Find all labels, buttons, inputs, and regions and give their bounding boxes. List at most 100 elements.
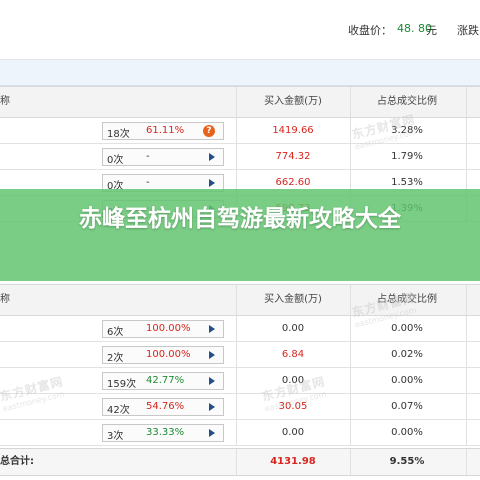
table-row: 18次 61.11%? 1419.66 3.28%: [0, 118, 480, 144]
divider: [466, 342, 467, 367]
divider: [466, 144, 467, 169]
turnover-ratio: 0.00%: [391, 323, 423, 334]
section-strip: [0, 60, 480, 86]
expand-arrow-icon[interactable]: [209, 429, 215, 437]
title-banner: 赤峰至杭州自驾游最新攻略大全: [0, 189, 480, 281]
turnover-ratio: 0.07%: [391, 401, 423, 412]
seat-win-rate: 61.11%: [146, 125, 185, 136]
seat-win-rate: 100.00%: [146, 349, 191, 360]
total-row: 总合计: 4131.98 9.55%: [0, 448, 480, 476]
divider: [466, 285, 467, 315]
table-header-2: 称 买入金额(万) 占总成交比例: [0, 284, 480, 316]
divider: [236, 420, 237, 445]
divider: [350, 87, 351, 117]
seat-stats-box[interactable]: 159次 42.77%: [102, 372, 224, 390]
divider: [350, 316, 351, 341]
divider: [350, 118, 351, 143]
seat-count: 6次: [107, 327, 124, 338]
buy-amount: 0.00: [281, 375, 305, 386]
quote-bar: 收盘价： 48. 80 元 涨跌: [0, 0, 480, 60]
table-row: 6次 100.00% 0.00 0.00%: [0, 316, 480, 342]
seat-win-rate: -: [146, 177, 150, 188]
seat-win-rate: 42.77%: [146, 375, 185, 386]
expand-arrow-icon[interactable]: [209, 153, 215, 161]
seat-win-rate: 33.33%: [146, 427, 185, 438]
buy-amount: 0.00: [281, 323, 305, 334]
seat-stats-box[interactable]: 2次 100.00%: [102, 346, 224, 364]
buy-amount: 774.32: [275, 151, 311, 162]
expand-arrow-icon[interactable]: [209, 351, 215, 359]
seat-count: 159次: [107, 379, 137, 390]
seat-count: 3次: [107, 431, 124, 442]
seat-win-rate: -: [146, 151, 150, 162]
seat-win-rate: 100.00%: [146, 323, 191, 334]
table-row: 159次 42.77% 0.00 0.00%: [0, 368, 480, 394]
turnover-ratio: 3.28%: [391, 125, 423, 136]
expand-arrow-icon[interactable]: [209, 179, 215, 187]
divider: [466, 449, 467, 475]
turnover-ratio: 1.79%: [391, 151, 423, 162]
divider: [236, 285, 237, 315]
seat-stats-box[interactable]: 42次 54.76%: [102, 398, 224, 416]
total-buy-amount: 4131.98: [270, 456, 316, 467]
col-name-header: 称: [0, 294, 10, 305]
buy-amount: 6.84: [281, 349, 305, 360]
divider: [466, 394, 467, 419]
seat-count: 18次: [107, 129, 130, 140]
expand-arrow-icon[interactable]: [209, 325, 215, 333]
divider: [236, 342, 237, 367]
divider: [350, 368, 351, 393]
divider: [466, 87, 467, 117]
turnover-ratio: 0.00%: [391, 427, 423, 438]
seat-count: 42次: [107, 405, 130, 416]
divider: [350, 394, 351, 419]
expand-arrow-icon[interactable]: [209, 377, 215, 385]
turnover-ratio: 0.02%: [391, 349, 423, 360]
divider: [350, 342, 351, 367]
total-ratio: 9.55%: [389, 456, 425, 467]
table-row: 0次 - 774.32 1.79%: [0, 144, 480, 170]
col-ratio-header: 占总成交比例: [377, 96, 437, 107]
divider: [236, 87, 237, 117]
seat-stats-box[interactable]: 6次 100.00%: [102, 320, 224, 338]
col-name-header: 称: [0, 96, 10, 107]
seat-count: 0次: [107, 155, 124, 166]
divider: [236, 368, 237, 393]
divider: [350, 449, 351, 475]
buy-amount: 0.00: [281, 427, 305, 438]
divider: [466, 420, 467, 445]
col-buy-header: 买入金额(万): [264, 96, 322, 107]
change-label: 涨跌: [457, 24, 479, 37]
seat-stats-box[interactable]: 0次 -: [102, 148, 224, 166]
seat-stats-box[interactable]: 3次 33.33%: [102, 424, 224, 442]
divider: [236, 394, 237, 419]
divider: [236, 449, 237, 475]
expand-arrow-icon[interactable]: [209, 403, 215, 411]
seat-count: 2次: [107, 353, 124, 364]
divider: [236, 316, 237, 341]
total-label: 总合计:: [0, 456, 34, 467]
table-row: 3次 33.33% 0.00 0.00%: [0, 420, 480, 446]
divider: [350, 420, 351, 445]
divider: [466, 118, 467, 143]
seat-win-rate: 54.76%: [146, 401, 185, 412]
divider: [466, 368, 467, 393]
table-row: 2次 100.00% 6.84 0.02%: [0, 342, 480, 368]
divider: [236, 144, 237, 169]
close-price-label: 收盘价：: [348, 24, 392, 37]
buy-amount: 1419.66: [272, 125, 314, 136]
turnover-ratio: 0.00%: [391, 375, 423, 386]
divider: [350, 285, 351, 315]
table-row: 42次 54.76% 30.05 0.07%: [0, 394, 480, 420]
col-ratio-header: 占总成交比例: [377, 294, 437, 305]
banner-title: 赤峰至杭州自驾游最新攻略大全: [79, 206, 401, 232]
seat-stats-box[interactable]: 18次 61.11%?: [102, 122, 224, 140]
buy-amount: 30.05: [278, 401, 308, 412]
table-header-1: 称 买入金额(万) 占总成交比例: [0, 86, 480, 118]
divider: [350, 144, 351, 169]
divider: [466, 316, 467, 341]
help-icon[interactable]: ?: [203, 125, 215, 137]
col-buy-header: 买入金额(万): [264, 294, 322, 305]
close-price-unit: 元: [426, 24, 437, 37]
divider: [236, 118, 237, 143]
